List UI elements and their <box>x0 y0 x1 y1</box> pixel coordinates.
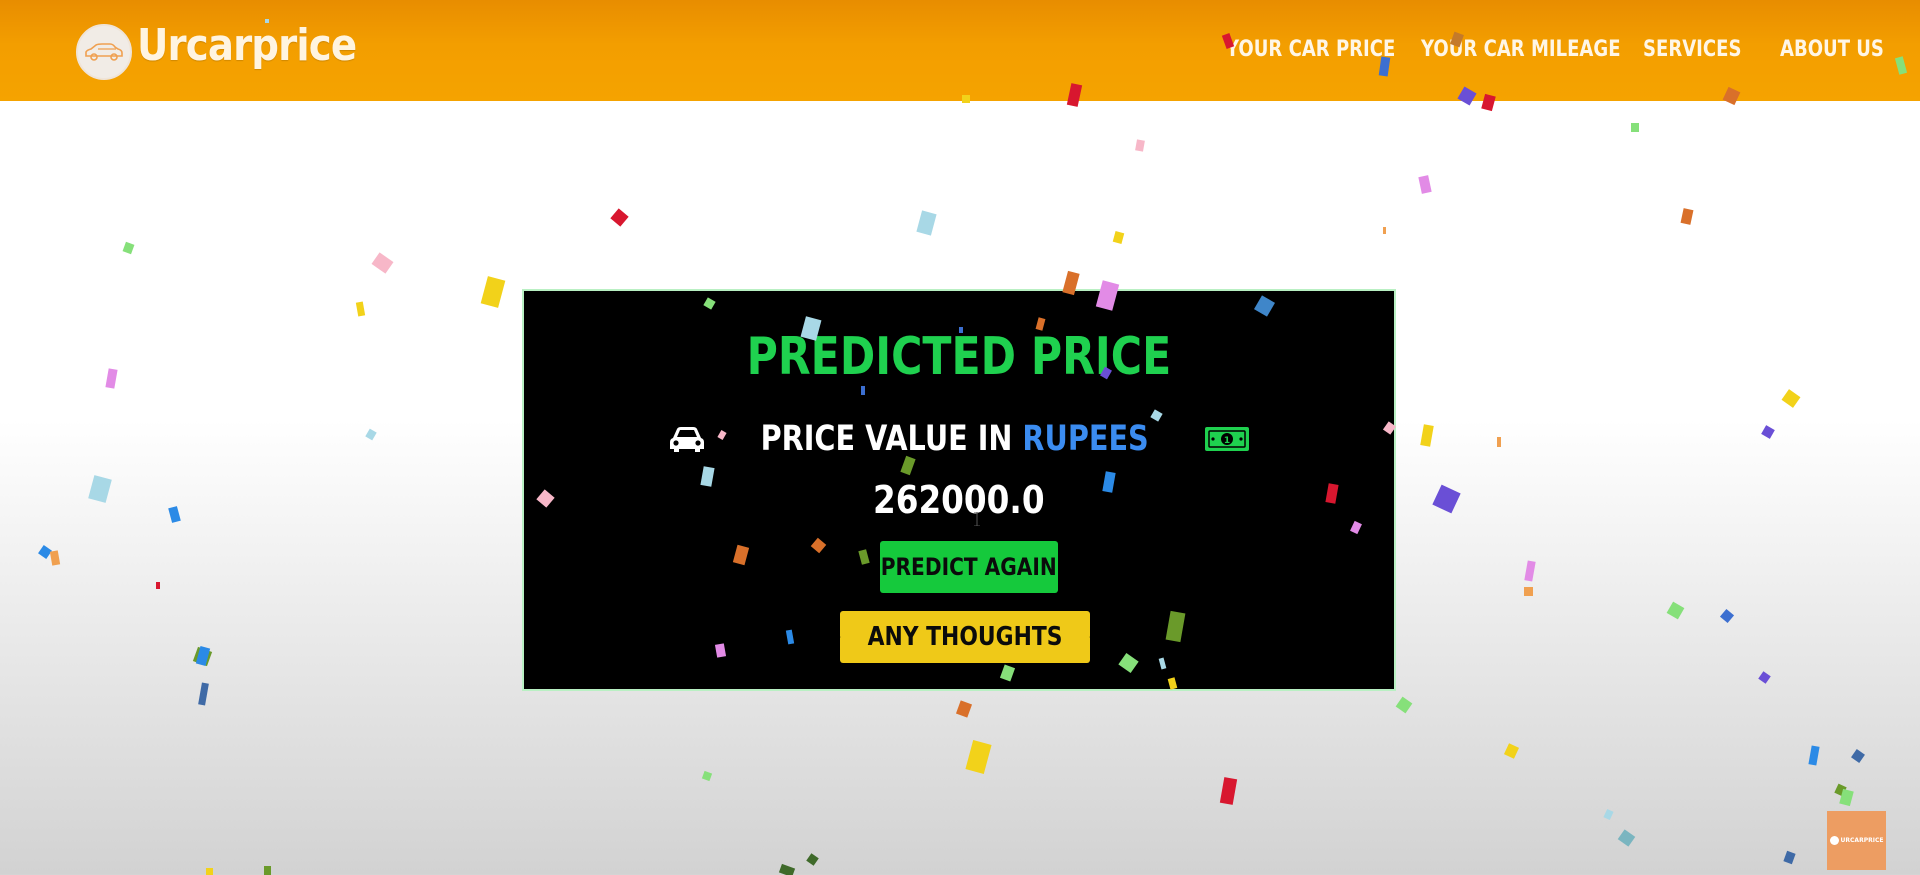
confetti-piece <box>264 866 271 875</box>
confetti-piece <box>206 868 213 875</box>
confetti-piece <box>1524 560 1536 582</box>
confetti-piece <box>778 863 796 875</box>
confetti-piece <box>1781 389 1801 408</box>
confetti-piece <box>1719 608 1735 624</box>
confetti-piece <box>965 740 992 774</box>
corner-badge-text: URCARPRICE <box>1840 837 1884 844</box>
confetti-piece <box>192 646 213 667</box>
confetti-piece <box>1808 745 1820 766</box>
confetti-piece <box>806 853 819 866</box>
nav-services[interactable]: SERVICES <box>1643 37 1741 62</box>
confetti-piece <box>1761 425 1775 439</box>
money-bill-icon: 1 <box>1204 427 1249 451</box>
confetti-piece <box>701 770 713 782</box>
nav-about-us[interactable]: ABOUT US <box>1780 37 1884 62</box>
car-icon <box>670 427 705 452</box>
star-icon <box>840 636 841 638</box>
confetti-piece <box>198 682 209 706</box>
confetti-piece <box>1617 829 1636 847</box>
confetti-piece <box>1834 783 1847 797</box>
confetti-piece <box>156 582 160 589</box>
nav-your-car-price[interactable]: YOUR CAR PRICE <box>1226 37 1395 62</box>
confetti-piece <box>1631 123 1639 132</box>
confetti-piece <box>1503 743 1520 759</box>
confetti-piece <box>122 241 135 255</box>
car-icon <box>85 43 123 61</box>
predicted-price-value: 262000.0 <box>873 478 1045 522</box>
price-label: PRICE VALUE IN <box>760 419 1013 459</box>
confetti-piece <box>1418 175 1432 194</box>
price-label-row: PRICE VALUE IN RUPEES 1 <box>524 419 1394 459</box>
confetti-piece <box>49 550 61 566</box>
confetti-piece <box>168 506 181 523</box>
confetti-piece <box>1839 788 1854 807</box>
confetti-piece <box>1383 227 1386 234</box>
star-icon <box>1089 636 1090 638</box>
confetti-piece <box>1497 437 1501 447</box>
confetti-piece <box>1666 601 1685 620</box>
confetti-piece <box>1603 808 1614 821</box>
any-thoughts-label: ANY THOUGHTS <box>867 622 1063 652</box>
currency-label: RUPEES <box>1022 419 1150 459</box>
nav-your-car-mileage[interactable]: YOUR CAR MILEAGE <box>1421 37 1621 62</box>
car-icon <box>1829 836 1839 845</box>
confetti-piece <box>1758 671 1771 684</box>
confetti-piece <box>1524 587 1533 596</box>
confetti-piece <box>365 428 377 441</box>
confetti-piece <box>1135 139 1145 152</box>
confetti-piece <box>195 646 211 666</box>
confetti-piece <box>916 210 937 236</box>
confetti-piece <box>88 475 112 503</box>
confetti-piece <box>1783 850 1796 865</box>
confetti-piece <box>955 700 973 718</box>
confetti-piece <box>480 276 506 308</box>
any-thoughts-button[interactable]: ANY THOUGHTS <box>840 611 1090 663</box>
confetti-piece <box>1395 696 1413 714</box>
confetti-piece <box>355 301 366 317</box>
navbar: Urcarprice YOUR CAR PRICE YOUR CAR MILEA… <box>0 0 1920 101</box>
predicted-price-title: PREDICTED PRICE <box>746 327 1172 387</box>
svg-text:1: 1 <box>1224 436 1230 446</box>
brand-name[interactable]: Urcarprice <box>137 20 357 71</box>
corner-logo-badge[interactable]: URCARPRICE <box>1827 811 1886 870</box>
confetti-piece <box>1420 424 1434 447</box>
predict-again-button[interactable]: PREDICT AGAIN <box>880 541 1058 593</box>
brand-logo[interactable] <box>76 24 132 80</box>
confetti-piece <box>1219 777 1238 805</box>
confetti-piece <box>38 545 52 559</box>
confetti-piece <box>105 368 118 389</box>
confetti-piece <box>1680 208 1694 225</box>
text-cursor-icon <box>974 512 980 526</box>
confetti-piece <box>610 208 629 227</box>
result-card: PREDICTED PRICE PRICE VALUE IN RUPEES 1 … <box>522 289 1396 691</box>
confetti-piece <box>1851 749 1865 763</box>
confetti-piece <box>371 252 394 274</box>
confetti-piece <box>1112 231 1125 244</box>
confetti-piece <box>1432 484 1461 514</box>
